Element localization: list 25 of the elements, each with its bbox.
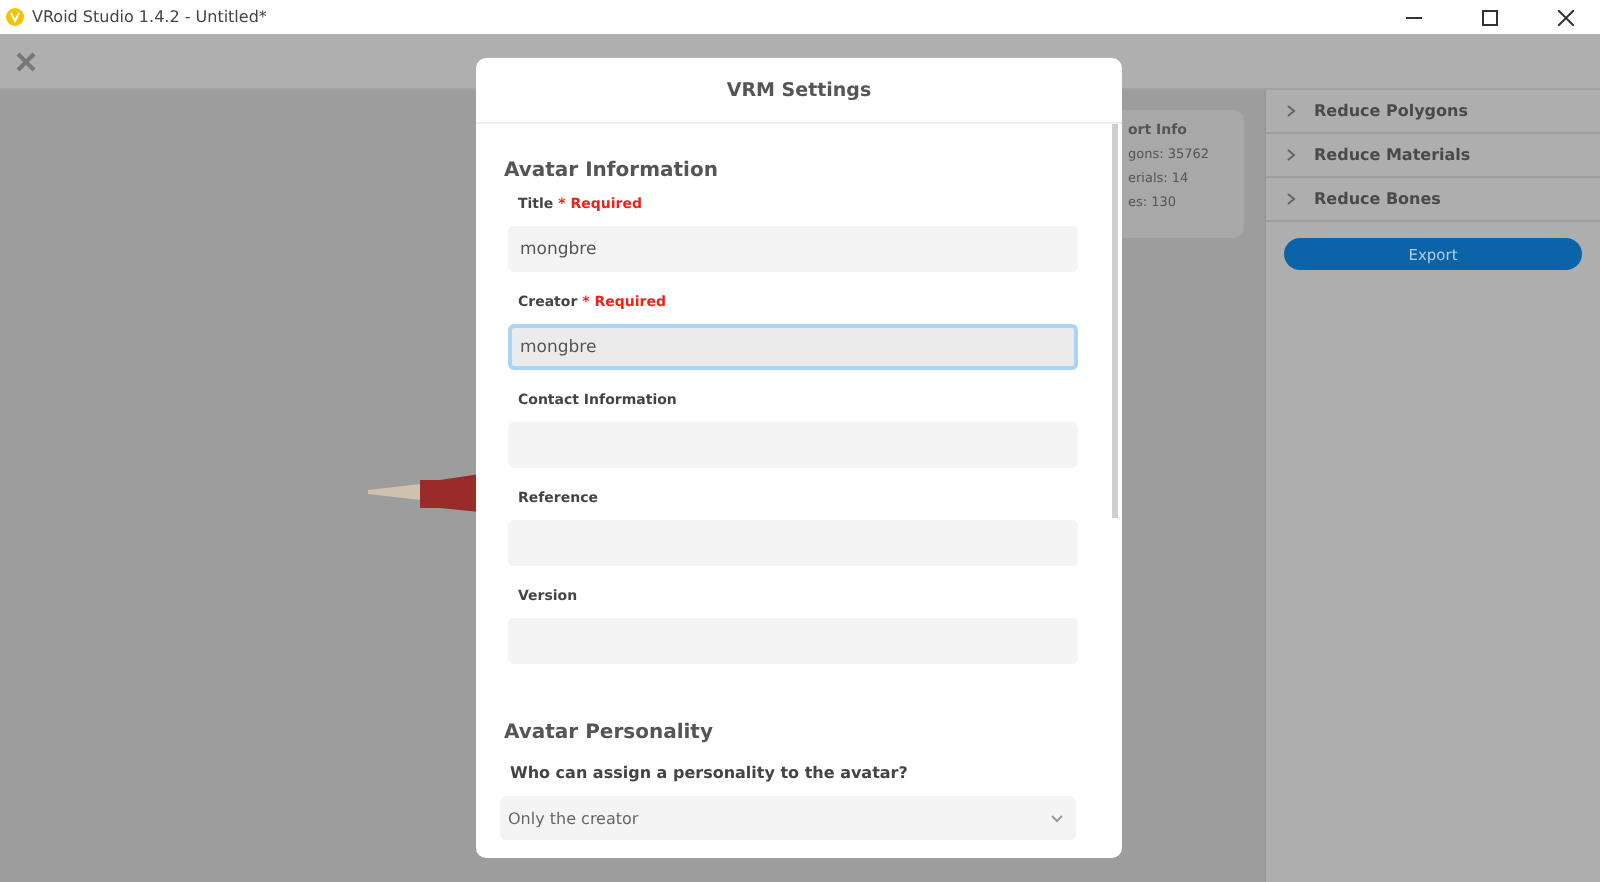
text-field[interactable]: mongbre [508, 226, 1078, 272]
dialog-title: VRM Settings [726, 79, 872, 101]
close-icon[interactable] [16, 51, 36, 71]
window-title: VRoid Studio 1.4.2 - Untitled* [32, 8, 269, 26]
chevron-down-icon [1050, 813, 1064, 823]
section-heading: Avatar Personality [504, 719, 715, 747]
close-icon [1558, 9, 1574, 25]
collapsible-section[interactable]: Reduce Bones [1266, 178, 1600, 222]
chevron-icon [1286, 104, 1296, 118]
collapsible-section[interactable]: Reduce Materials [1266, 134, 1600, 178]
section-heading: Avatar Information [504, 157, 720, 185]
field-label: Who can assign a personality to the avatar? [508, 762, 910, 786]
app-logo-icon [6, 8, 24, 26]
text-field[interactable]: mongbre [508, 324, 1078, 370]
collapsible-section[interactable]: Reduce Polygons [1266, 90, 1600, 134]
avatar-arm-drawing [368, 470, 480, 514]
chevron-icon [1286, 192, 1296, 206]
maximize-icon [1482, 9, 1498, 25]
dropdown-value: Only the creator [508, 809, 639, 827]
section-label: Reduce Bones [1314, 190, 1441, 208]
section-label: Reduce Materials [1314, 146, 1471, 164]
dropdown[interactable]: Only the creator [500, 796, 1076, 840]
section-label: Reduce Polygons [1314, 102, 1468, 120]
scrollbar[interactable] [1112, 124, 1118, 518]
chevron-icon [1286, 148, 1296, 162]
